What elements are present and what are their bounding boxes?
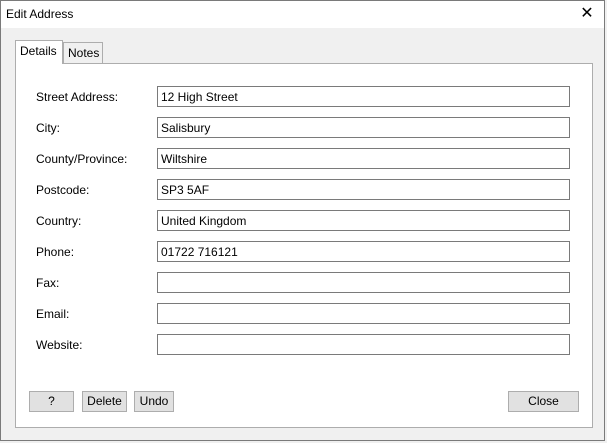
- city-row: City: Salisbury: [16, 117, 592, 139]
- phone-field[interactable]: 01722 716121: [157, 241, 570, 262]
- website-row: Website:: [16, 334, 592, 356]
- county-row: County/Province: Wiltshire: [16, 148, 592, 170]
- help-button[interactable]: ?: [29, 391, 74, 412]
- title-bar: Edit Address ✕: [1, 1, 604, 28]
- postcode-field[interactable]: SP3 5AF: [157, 179, 570, 200]
- city-label: City:: [36, 121, 60, 135]
- fax-label: Fax:: [36, 276, 60, 290]
- website-label: Website:: [36, 338, 83, 352]
- delete-button[interactable]: Delete: [82, 391, 127, 412]
- website-field[interactable]: [157, 334, 570, 355]
- county-label: County/Province:: [36, 152, 128, 166]
- country-field[interactable]: United Kingdom: [157, 210, 570, 231]
- tab-notes[interactable]: Notes: [63, 42, 103, 63]
- window-title: Edit Address: [6, 7, 74, 21]
- email-row: Email:: [16, 303, 592, 325]
- phone-row: Phone: 01722 716121: [16, 241, 592, 263]
- undo-button[interactable]: Undo: [134, 391, 174, 412]
- street-address-field[interactable]: 12 High Street: [157, 86, 570, 107]
- postcode-label: Postcode:: [36, 183, 90, 197]
- city-field[interactable]: Salisbury: [157, 117, 570, 138]
- street-address-label: Street Address:: [36, 90, 119, 104]
- close-button[interactable]: Close: [508, 391, 579, 412]
- tab-details[interactable]: Details: [15, 40, 63, 64]
- email-field[interactable]: [157, 303, 570, 324]
- edit-address-dialog: Edit Address ✕ Details Notes Street Addr…: [0, 0, 605, 441]
- county-field[interactable]: Wiltshire: [157, 148, 570, 169]
- phone-label: Phone:: [36, 245, 75, 259]
- country-label: Country:: [36, 214, 82, 228]
- close-icon[interactable]: ✕: [576, 4, 598, 24]
- country-row: Country: United Kingdom: [16, 210, 592, 232]
- postcode-row: Postcode: SP3 5AF: [16, 179, 592, 201]
- details-panel: Street Address: 12 High Street City: Sal…: [15, 63, 593, 428]
- street-address-row: Street Address: 12 High Street: [16, 86, 592, 108]
- fax-row: Fax:: [16, 272, 592, 294]
- email-label: Email:: [36, 307, 70, 321]
- fax-field[interactable]: [157, 272, 570, 293]
